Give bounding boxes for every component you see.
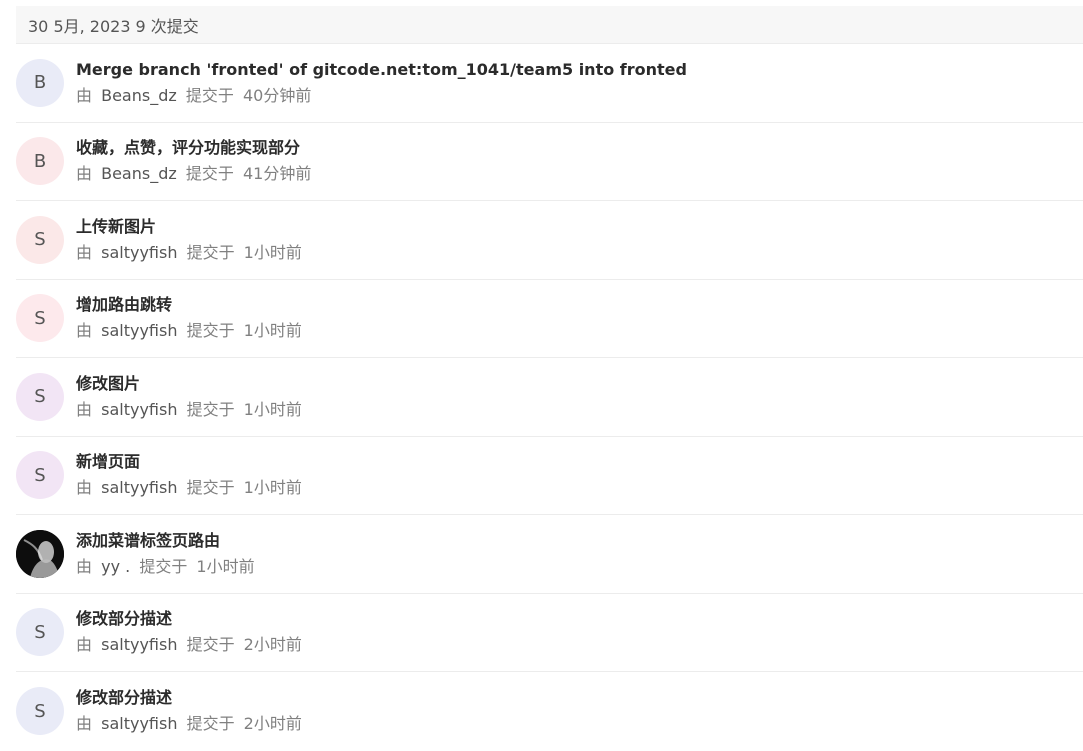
author-avatar[interactable]: S [16, 608, 64, 657]
commit-meta: 由 Beans_dz 提交于 41分钟前 [76, 163, 311, 185]
commit-meta: 由 yy . 提交于 1小时前 [76, 556, 255, 578]
author-avatar[interactable]: S [16, 215, 64, 264]
commit-body: 收藏，点赞，评分功能实现部分 由 Beans_dz 提交于 41分钟前 [76, 137, 311, 185]
commit-body: 修改图片 由 saltyyfish 提交于 1小时前 [76, 373, 302, 421]
commit-group-count: 9 次提交 [135, 16, 199, 36]
commit-meta: 由 saltyyfish 提交于 2小时前 [76, 634, 302, 656]
commit-author[interactable]: saltyyfish [101, 714, 177, 733]
commit-time: 41分钟前 [242, 164, 312, 184]
by-label: 由 [76, 635, 93, 655]
by-label: 由 [76, 556, 93, 576]
committed-label: 提交于 [186, 635, 235, 655]
commit-title[interactable]: 增加路由跳转 [76, 294, 302, 316]
commit-row[interactable]: 添加菜谱标签页路由 由 yy . 提交于 1小时前 [16, 515, 1083, 594]
committed-label: 提交于 [185, 85, 234, 105]
author-avatar[interactable]: B [16, 58, 64, 107]
commit-author[interactable]: saltyyfish [101, 321, 177, 340]
commit-time: 1小时前 [243, 321, 302, 341]
commit-author[interactable]: yy . [101, 557, 130, 576]
by-label: 由 [76, 321, 93, 341]
commit-author[interactable]: saltyyfish [101, 635, 177, 654]
by-label: 由 [76, 85, 93, 105]
commit-body: 修改部分描述 由 saltyyfish 提交于 2小时前 [76, 687, 302, 735]
commit-title[interactable]: 修改部分描述 [76, 608, 302, 630]
by-label: 由 [76, 399, 93, 419]
avatar-photo-image [16, 529, 64, 578]
commit-title[interactable]: Merge branch 'fronted' of gitcode.net:to… [76, 59, 687, 81]
by-label: 由 [76, 478, 93, 498]
commit-time: 1小时前 [243, 399, 302, 419]
commit-row[interactable]: S 修改部分描述 由 saltyyfish 提交于 2小时前 [16, 594, 1083, 672]
commit-body: 添加菜谱标签页路由 由 yy . 提交于 1小时前 [76, 530, 255, 578]
commit-body: 新增页面 由 saltyyfish 提交于 1小时前 [76, 451, 302, 499]
commit-time: 1小时前 [196, 556, 255, 576]
commit-time: 40分钟前 [242, 85, 312, 105]
by-label: 由 [76, 164, 93, 184]
commit-body: Merge branch 'fronted' of gitcode.net:to… [76, 59, 687, 107]
author-avatar[interactable]: S [16, 687, 64, 736]
avatar-letter: S [34, 229, 46, 251]
commit-author[interactable]: saltyyfish [101, 478, 177, 497]
avatar-letter: S [34, 700, 46, 722]
committed-label: 提交于 [186, 321, 235, 341]
author-avatar-photo[interactable] [16, 529, 64, 578]
commit-group: 30 5月, 2023 9 次提交 B Merge branch 'fronte… [16, 6, 1083, 751]
by-label: 由 [76, 242, 93, 262]
avatar-letter: B [33, 150, 47, 172]
committed-label: 提交于 [139, 556, 188, 576]
commit-body: 修改部分描述 由 saltyyfish 提交于 2小时前 [76, 608, 302, 656]
commit-meta: 由 saltyyfish 提交于 1小时前 [76, 320, 302, 342]
commit-list: B Merge branch 'fronted' of gitcode.net:… [16, 44, 1083, 751]
commit-title[interactable]: 收藏，点赞，评分功能实现部分 [76, 137, 311, 159]
committed-label: 提交于 [186, 714, 235, 734]
author-avatar[interactable]: S [16, 294, 64, 343]
commit-row[interactable]: S 修改部分描述 由 saltyyfish 提交于 2小时前 [16, 672, 1083, 751]
commit-row[interactable]: S 新增页面 由 saltyyfish 提交于 1小时前 [16, 437, 1083, 515]
committed-label: 提交于 [186, 399, 235, 419]
commit-row[interactable]: S 增加路由跳转 由 saltyyfish 提交于 1小时前 [16, 280, 1083, 358]
commit-meta: 由 saltyyfish 提交于 1小时前 [76, 242, 302, 264]
commit-time: 1小时前 [243, 242, 302, 262]
avatar-letter: S [34, 464, 46, 486]
commit-row[interactable]: B 收藏，点赞，评分功能实现部分 由 Beans_dz 提交于 41分钟前 [16, 123, 1083, 201]
author-avatar[interactable]: B [16, 137, 64, 186]
commit-author[interactable]: saltyyfish [101, 400, 177, 419]
commit-time: 2小时前 [243, 714, 302, 734]
commit-body: 上传新图片 由 saltyyfish 提交于 1小时前 [76, 216, 302, 264]
commit-title[interactable]: 修改部分描述 [76, 687, 302, 709]
committed-label: 提交于 [186, 242, 235, 262]
commit-row[interactable]: B Merge branch 'fronted' of gitcode.net:… [16, 44, 1083, 123]
avatar-letter: S [34, 386, 46, 408]
commit-group-date: 30 5月, 2023 [28, 16, 131, 36]
committed-label: 提交于 [185, 164, 234, 184]
commit-meta: 由 Beans_dz 提交于 40分钟前 [76, 85, 687, 107]
commit-title[interactable]: 新增页面 [76, 451, 302, 473]
commit-author[interactable]: Beans_dz [101, 86, 177, 105]
commit-time: 1小时前 [243, 478, 302, 498]
committed-label: 提交于 [186, 478, 235, 498]
commit-row[interactable]: S 上传新图片 由 saltyyfish 提交于 1小时前 [16, 201, 1083, 280]
commit-title[interactable]: 上传新图片 [76, 216, 302, 238]
commit-author[interactable]: Beans_dz [101, 164, 177, 183]
commit-row[interactable]: S 修改图片 由 saltyyfish 提交于 1小时前 [16, 358, 1083, 437]
avatar-letter: S [34, 307, 46, 329]
avatar-letter: B [33, 72, 47, 94]
commit-meta: 由 saltyyfish 提交于 1小时前 [76, 399, 302, 421]
commit-author[interactable]: saltyyfish [101, 243, 177, 262]
commit-body: 增加路由跳转 由 saltyyfish 提交于 1小时前 [76, 294, 302, 342]
author-avatar[interactable]: S [16, 372, 64, 421]
by-label: 由 [76, 714, 93, 734]
commit-title[interactable]: 添加菜谱标签页路由 [76, 530, 255, 552]
commit-meta: 由 saltyyfish 提交于 2小时前 [76, 713, 302, 735]
commit-title[interactable]: 修改图片 [76, 373, 302, 395]
avatar-letter: S [34, 621, 46, 643]
author-avatar[interactable]: S [16, 451, 64, 500]
commit-time: 2小时前 [243, 635, 302, 655]
commit-group-header: 30 5月, 2023 9 次提交 [16, 6, 1083, 44]
commit-meta: 由 saltyyfish 提交于 1小时前 [76, 477, 302, 499]
